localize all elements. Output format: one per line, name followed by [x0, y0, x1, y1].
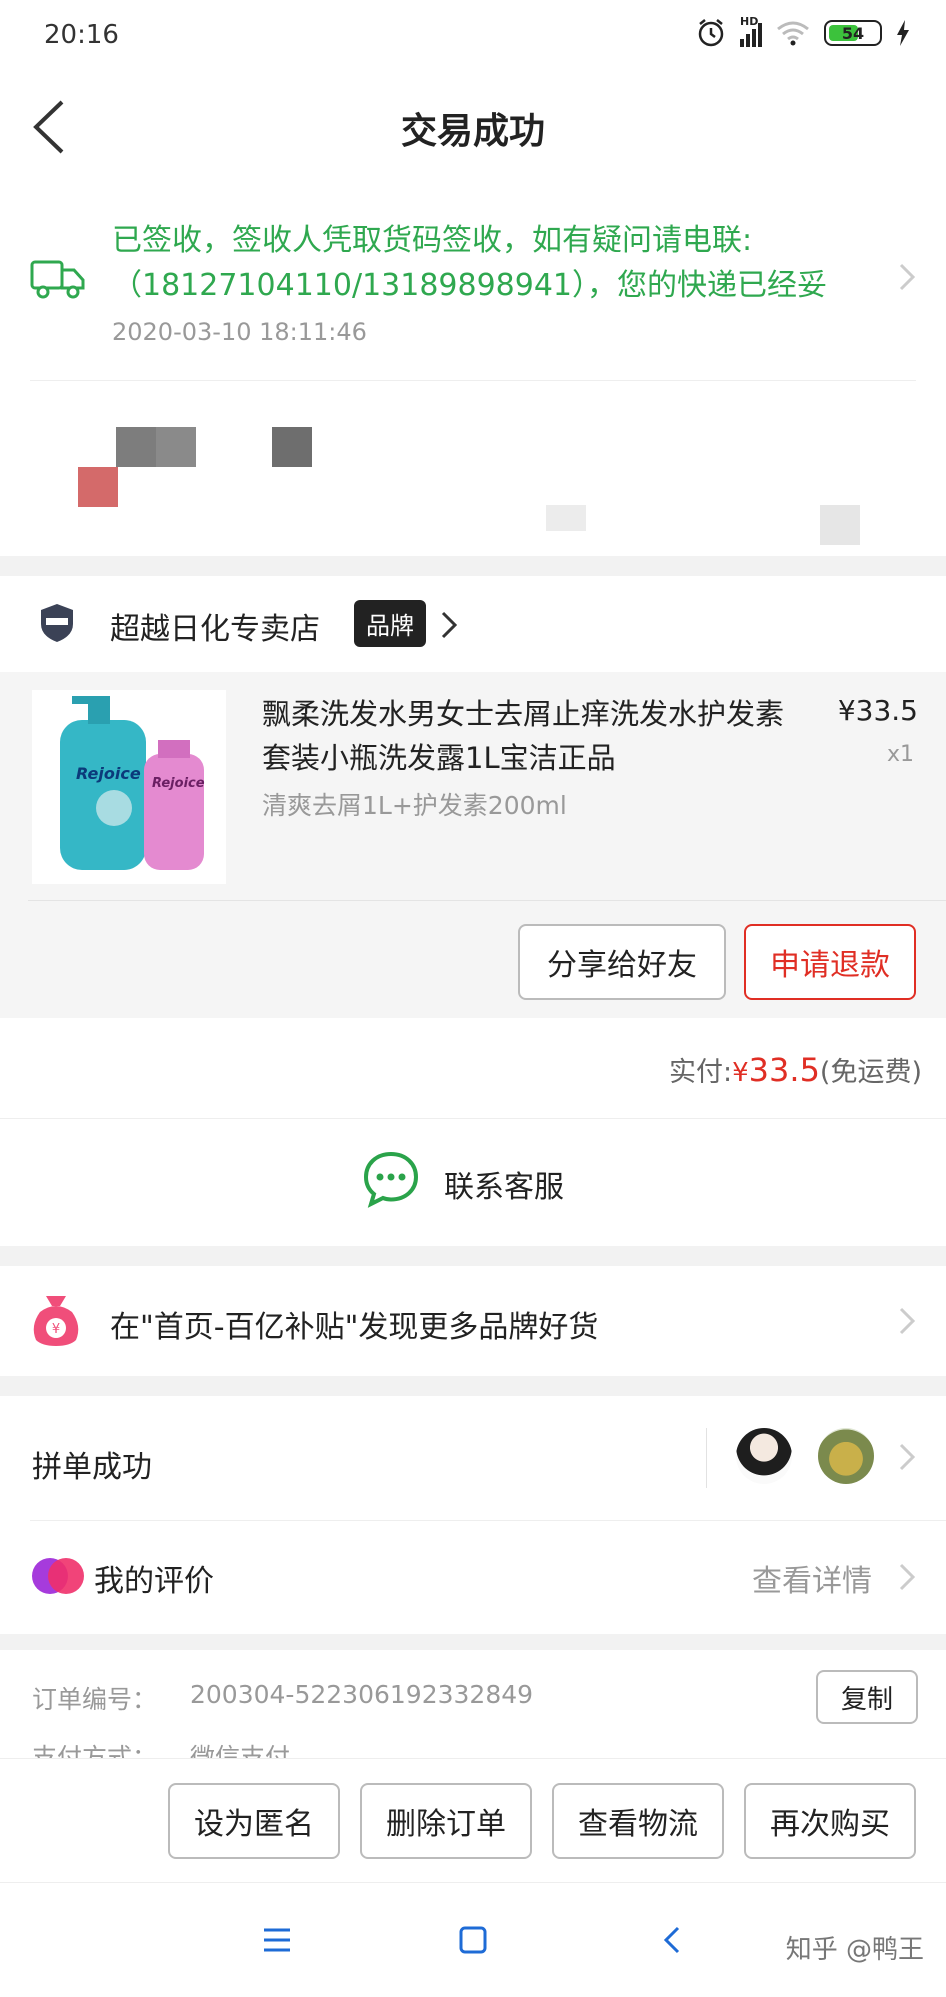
signal-icon: HD: [740, 15, 762, 47]
order-info: 订单编号： 200304-522306192332849 复制 支付方式： 微信…: [0, 1650, 946, 1772]
product-price: ¥33.5: [837, 694, 918, 727]
logistics-message: 已签收，签收人凭取货码签收，如有疑问请电联:（18127104110/13189…: [112, 223, 828, 303]
divider: [0, 1118, 946, 1119]
section-gap: [0, 1634, 946, 1650]
group-buy-row[interactable]: 拼单成功: [0, 1396, 946, 1520]
buy-again-button[interactable]: 再次购买: [744, 1783, 916, 1859]
status-bar: 20:16 HD 54: [0, 0, 946, 72]
view-logistics-button[interactable]: 查看物流: [552, 1783, 724, 1859]
product-spec: 清爽去屑1L+护发素200ml: [262, 791, 567, 820]
svg-text:¥: ¥: [52, 1322, 60, 1337]
paid-note: (免运费): [819, 1057, 922, 1088]
store-logo-icon: [41, 604, 73, 642]
delivery-truck-icon: [30, 260, 85, 299]
chevron-right-icon: [899, 263, 916, 291]
subsidy-text: 在"首页-百亿补贴"发现更多品牌好货: [110, 1310, 599, 1345]
product-brand-label-2: Rejoice: [152, 776, 205, 791]
chevron-right-icon: [899, 1307, 916, 1335]
chevron-right-icon: [899, 1443, 916, 1471]
charging-icon: [897, 20, 909, 46]
product-quantity: x1: [886, 742, 914, 767]
product-card[interactable]: Rejoice Rejoice 飘柔洗发水男女士去屑止痒洗发水护发素套装小瓶洗发…: [0, 672, 946, 1018]
battery-indicator: 54: [824, 20, 882, 46]
refund-button[interactable]: 申请退款: [744, 924, 916, 1000]
logistics-date: 2020-03-10 18:11:46: [112, 318, 367, 346]
copy-button[interactable]: 复制: [816, 1670, 918, 1724]
share-button[interactable]: 分享给好友: [518, 924, 726, 1000]
home-icon[interactable]: [458, 1925, 488, 1955]
paid-currency: ¥: [732, 1058, 749, 1088]
paid-label: 实付:: [669, 1057, 733, 1088]
watermark: 知乎 @鸭王: [785, 1935, 924, 1965]
review-icon: [32, 1558, 84, 1594]
nav-bar: 交易成功: [0, 72, 946, 182]
subsidy-banner[interactable]: ¥ 在"首页-百亿补贴"发现更多品牌好货: [0, 1266, 946, 1376]
view-details-link[interactable]: 查看详情: [752, 1556, 872, 1600]
section-gap: [0, 1376, 946, 1396]
status-icons: HD 54: [696, 15, 910, 48]
system-nav-bar: 知乎 @鸭王: [0, 1882, 946, 1997]
avatar[interactable]: [818, 1428, 874, 1484]
group-buy-label: 拼单成功: [32, 1450, 152, 1485]
logistics-card[interactable]: 已签收，签收人凭取货码签收，如有疑问请电联:（18127104110/13189…: [0, 200, 946, 380]
chevron-right-icon: [899, 1563, 916, 1591]
chevron-right-icon: [441, 611, 458, 639]
money-bag-icon: ¥: [33, 1296, 79, 1346]
store-name: 超越日化专卖店: [110, 612, 320, 647]
menu-icon[interactable]: [262, 1927, 292, 1953]
section-gap: [0, 556, 946, 576]
delete-order-button[interactable]: 删除订单: [360, 1783, 532, 1859]
order-number: 200304-522306192332849: [190, 1680, 534, 1709]
address-redacted: [0, 381, 946, 556]
bottom-action-bar: 设为匿名 删除订单 查看物流 再次购买: [0, 1758, 946, 1882]
product-image[interactable]: Rejoice Rejoice: [32, 690, 226, 884]
store-row[interactable]: 超越日化专卖店 品牌: [0, 576, 946, 672]
anonymous-button[interactable]: 设为匿名: [168, 1783, 340, 1859]
product-brand-label: Rejoice: [76, 764, 141, 783]
wifi-icon: [777, 21, 809, 46]
contact-service-row[interactable]: 联系客服: [0, 1120, 946, 1246]
page-title: 交易成功: [400, 111, 545, 152]
my-review-label: 我的评价: [94, 1564, 214, 1599]
my-review-row[interactable]: 我的评价 查看详情: [0, 1520, 946, 1634]
alarm-icon: [698, 19, 724, 47]
status-time: 20:16: [44, 20, 119, 50]
brand-badge: 品牌: [354, 600, 426, 647]
section-gap: [0, 1246, 946, 1266]
back-icon[interactable]: [662, 1925, 682, 1955]
paid-value: 33.5: [748, 1051, 820, 1089]
divider: [28, 900, 946, 901]
contact-service-label: 联系客服: [444, 1170, 564, 1205]
network-label: HD: [740, 15, 759, 28]
paid-amount: 实付:¥33.5(免运费): [669, 1050, 922, 1089]
product-title: 飘柔洗发水男女士去屑止痒洗发水护发素套装小瓶洗发露1L宝洁正品: [262, 697, 785, 775]
avatar[interactable]: [736, 1428, 792, 1484]
chat-bubble-icon: [363, 1151, 419, 1208]
order-number-label: 订单编号：: [32, 1685, 158, 1714]
vertical-divider: [706, 1428, 707, 1488]
